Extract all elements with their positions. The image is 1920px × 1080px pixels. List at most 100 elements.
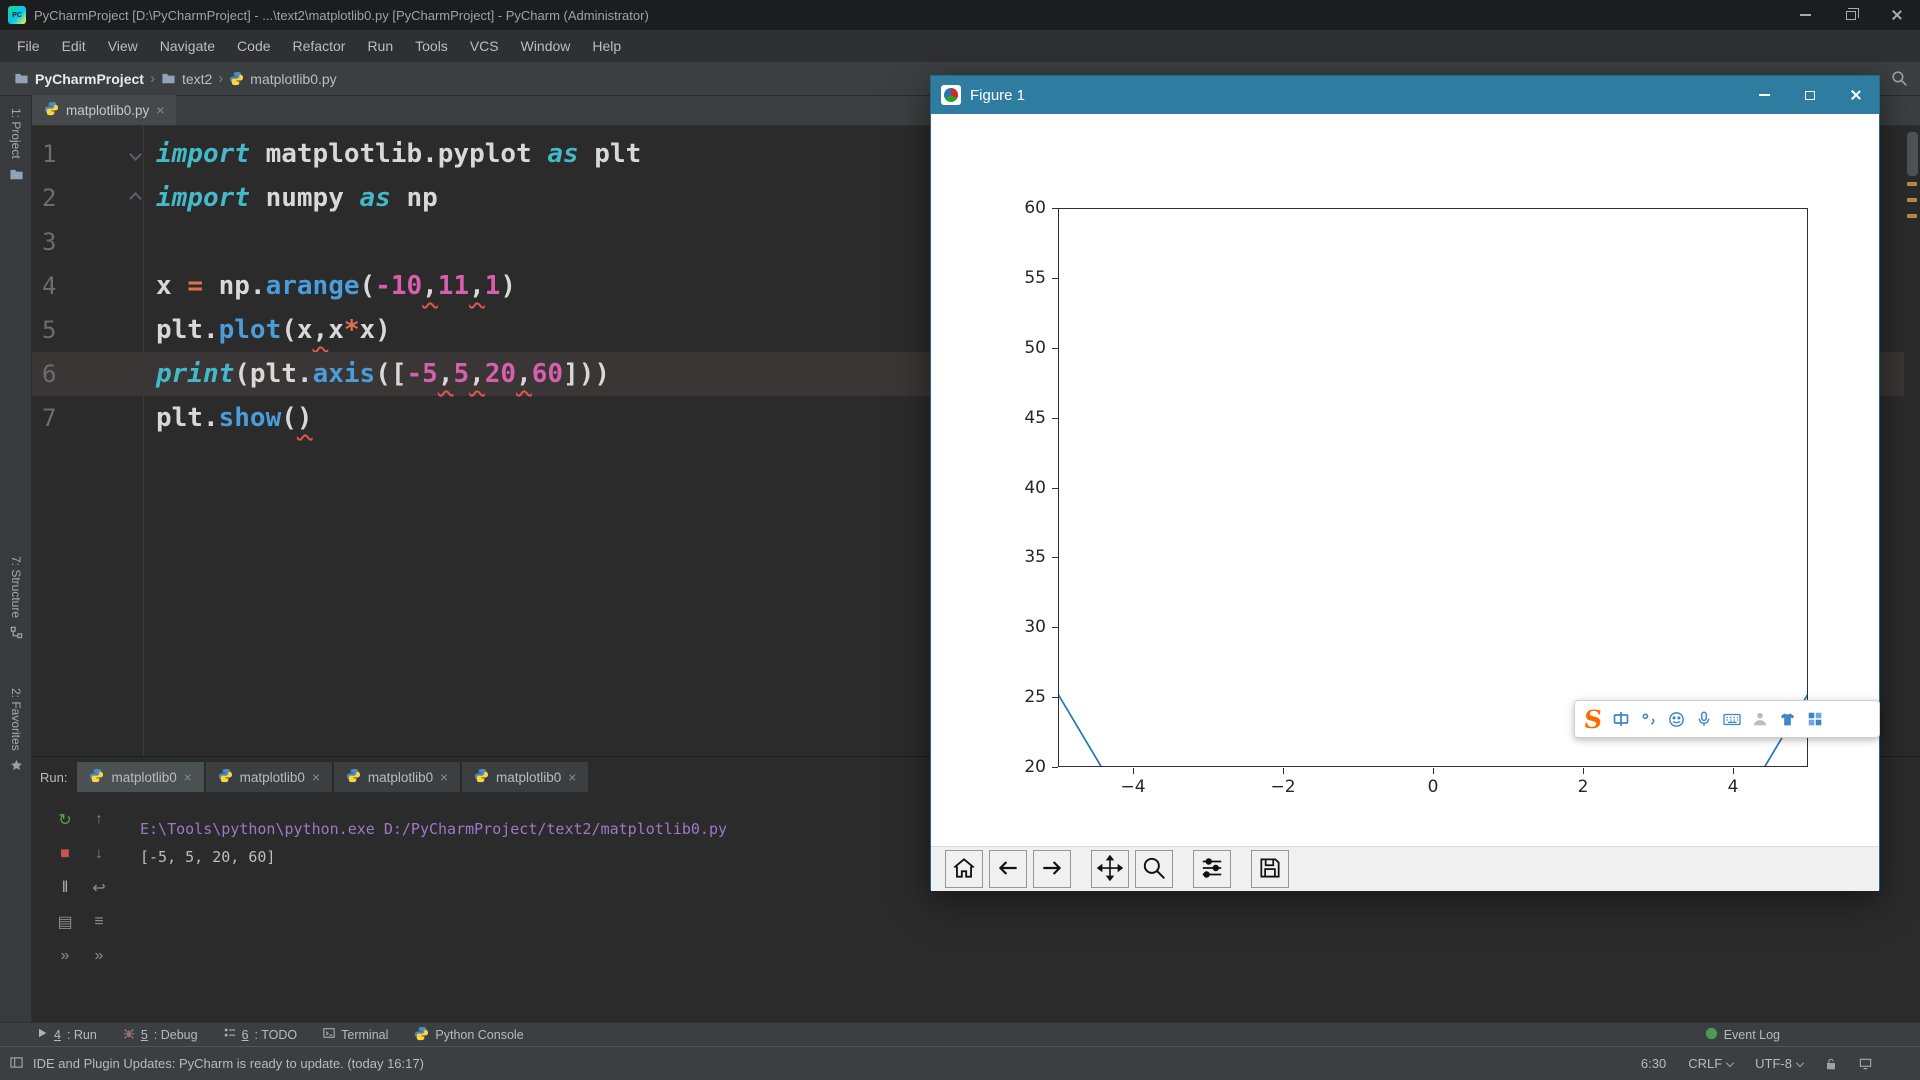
fold-chevron-icon[interactable] [129,191,142,205]
tab-close-icon[interactable]: × [184,770,192,785]
line-number: 6 [42,360,57,388]
back-button[interactable] [989,850,1027,888]
warning-stripe-mark[interactable] [1907,214,1917,218]
menu-tools[interactable]: Tools [404,30,459,62]
menu-vcs[interactable]: VCS [459,30,510,62]
monitor-button[interactable]: ▤ [48,905,82,939]
minimize-button[interactable] [1782,0,1828,30]
skin-icon[interactable] [1778,710,1797,729]
fold-chevron-icon[interactable] [129,147,142,161]
figure-maximize-button[interactable] [1787,76,1833,114]
code-token: np. [218,271,266,301]
zoom-button[interactable] [1135,850,1173,888]
tab-close-icon[interactable]: × [312,770,320,785]
warning-stripe-mark[interactable] [1907,182,1917,186]
figure-minimize-button[interactable] [1741,76,1787,114]
person-icon[interactable] [1751,710,1769,728]
run-icon [36,1027,48,1042]
python-file-icon [218,768,233,786]
up-button[interactable]: ↑ [82,803,116,837]
softwrap-button[interactable]: ↩ [82,871,116,905]
sogou-logo-icon[interactable]: S [1582,705,1603,734]
configure-button[interactable] [1193,850,1231,888]
down-button[interactable]: ↓ [82,837,116,871]
readonly-lock-icon[interactable] [1825,1058,1837,1070]
toolwindow-button-6-todo[interactable]: 6: TODO [224,1027,298,1042]
line-separator-selector[interactable]: CRLF [1688,1056,1735,1071]
figure-canvas[interactable]: S 20 25 30 35 40 45 50 55 60 −4 −2 0 2 4 [931,114,1880,846]
highlighting-level-icon[interactable] [1859,1057,1872,1070]
ime-toolbar[interactable]: S [1574,700,1880,738]
code-token: 1 [484,271,501,301]
menu-refactor[interactable]: Refactor [282,30,357,62]
menu-navigate[interactable]: Navigate [149,30,226,62]
event-log-button[interactable]: Event Log [1705,1027,1780,1043]
scrollbar-thumb[interactable] [1907,132,1918,176]
fold-marker[interactable] [127,191,144,205]
run-tab-matplotlib0[interactable]: matplotlib0 × [205,762,332,792]
fold-marker[interactable] [127,147,144,161]
tab-close-icon[interactable]: × [440,770,448,785]
toolwindow-button-pythonconsole[interactable]: Python Console [414,1026,524,1044]
y-tick-mark [1052,627,1058,629]
code-token: np [390,183,438,213]
toolwindow-toggle-icon[interactable] [10,1056,23,1072]
run-tab-matplotlib0[interactable]: matplotlib0 × [462,762,589,792]
forward-button[interactable] [1033,850,1071,888]
menu-view[interactable]: View [97,30,149,62]
menu-run[interactable]: Run [356,30,404,62]
sidebar-item-structure[interactable]: 7: Structure [0,556,32,644]
keyboard-icon[interactable] [1722,709,1742,729]
mode-chinese-icon[interactable] [1611,709,1631,729]
editor-tab-matplotlib0[interactable]: matplotlib0.py × [32,95,177,125]
breadcrumb-item[interactable]: matplotlib0.py [229,71,337,87]
code-token: , [516,359,532,389]
code-token: (plt. [234,359,313,389]
code-token: ])) [563,359,611,389]
pan-button[interactable] [1091,850,1129,888]
tab-close-icon[interactable]: × [156,102,164,118]
menu-file[interactable]: File [6,30,51,62]
sidebar-item-favorites[interactable]: 2: Favorites [0,688,32,777]
punctuation-icon[interactable] [1640,710,1658,728]
pycharm-logo-icon: PC [8,6,26,24]
menu-edit[interactable]: Edit [51,30,97,62]
menu-code[interactable]: Code [226,30,281,62]
pause-button[interactable]: ‖ [48,871,82,905]
stop-button[interactable]: ■ [48,837,82,871]
terminal-icon [323,1027,335,1042]
home-button[interactable] [945,850,983,888]
close-button[interactable] [1874,0,1920,30]
more-right-button[interactable]: » [82,939,116,973]
toolwindow-button-5-debug[interactable]: 5: Debug [123,1027,198,1042]
restore-button[interactable] [1828,0,1874,30]
more-left-button[interactable]: » [48,939,82,973]
microphone-icon[interactable] [1695,710,1713,728]
figure-titlebar[interactable]: Figure 1 [931,76,1879,114]
breadcrumb-item[interactable]: PyCharmProject [14,71,144,87]
warning-stripe-mark[interactable] [1907,198,1917,202]
menu-help[interactable]: Help [581,30,632,62]
run-tab-matplotlib0[interactable]: matplotlib0 × [77,762,204,792]
toolwindow-button-terminal[interactable]: Terminal [323,1027,388,1042]
toolbox-icon[interactable] [1806,710,1824,728]
save-button[interactable] [1251,850,1289,888]
scroll-button[interactable]: ≡ [82,905,116,939]
code-token: , [469,271,485,301]
toolwindow-button-label: : TODO [254,1027,298,1042]
menu-window[interactable]: Window [510,30,582,62]
sidebar-item-project[interactable]: 1: Project [0,108,32,187]
toolwindow-button-4-run[interactable]: 4: Run [36,1027,97,1042]
search-everywhere-icon[interactable] [1891,70,1908,92]
rerun-button[interactable]: ↻ [48,803,82,837]
figure-window[interactable]: Figure 1 S 20 25 30 35 40 45 50 55 60 −4 −2 0 2 4 [930,75,1880,891]
encoding-selector[interactable]: UTF-8 [1755,1056,1805,1071]
emoji-icon[interactable] [1667,710,1686,729]
run-tab-matplotlib0[interactable]: matplotlib0 × [333,762,461,792]
tab-close-icon[interactable]: × [568,770,576,785]
home-icon [951,855,977,884]
figure-close-button[interactable] [1833,76,1879,114]
editor-scrollbar[interactable] [1904,126,1920,756]
breadcrumb-item[interactable]: text2 [161,71,212,87]
caret-position[interactable]: 6:30 [1641,1056,1666,1071]
